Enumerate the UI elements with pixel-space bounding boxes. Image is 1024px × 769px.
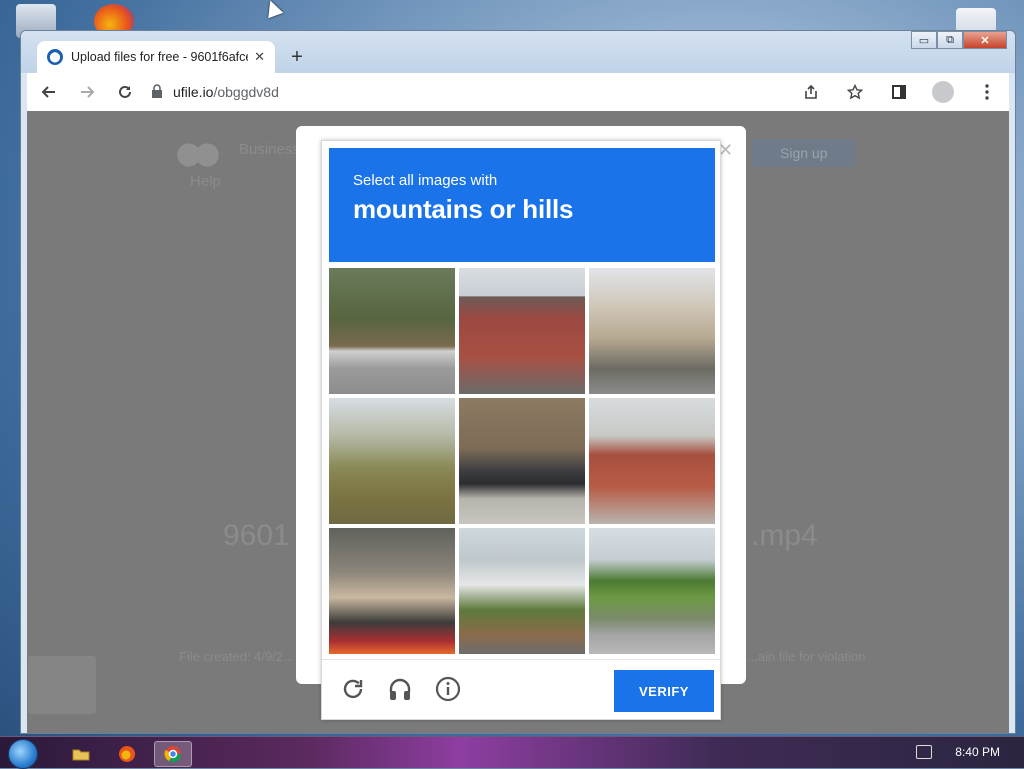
filename-left: 9601 — [223, 519, 290, 552]
start-button[interactable] — [8, 739, 38, 769]
minimize-button[interactable]: ▭ — [911, 31, 937, 49]
bookmark-button[interactable] — [839, 76, 871, 108]
restore-button[interactable]: ⧉ — [937, 31, 963, 49]
tab-close-icon[interactable]: ✕ — [254, 49, 265, 65]
captcha-tile-7[interactable] — [329, 528, 455, 654]
menu-button[interactable] — [971, 76, 1003, 108]
captcha-footer: VERIFY — [322, 659, 720, 719]
info-icon[interactable] — [433, 674, 463, 704]
captcha-tile-5[interactable] — [459, 398, 585, 524]
taskbar: 8:40 PM — [0, 736, 1024, 769]
share-icon — [805, 84, 817, 99]
file-created-text: File created: 4/9/2... — [179, 649, 294, 664]
captcha-prompt: Select all images with — [353, 172, 498, 189]
lock-icon — [151, 83, 163, 101]
side-panel-icon — [892, 85, 906, 99]
title-bar: ⬤ Upload files for free - 9601f6afce ✕ +… — [21, 31, 1015, 73]
ufile-favicon-icon: ⬤ — [47, 49, 63, 65]
star-icon — [847, 84, 863, 100]
captcha-header: Select all images with mountains or hill… — [329, 148, 715, 262]
captcha-image-grid — [329, 268, 715, 654]
chrome-taskbar-icon[interactable] — [154, 741, 192, 767]
captcha-target: mountains or hills — [353, 194, 574, 224]
nav-business: Business — [239, 141, 300, 158]
close-window-button[interactable]: ✕ — [963, 31, 1007, 49]
captcha-tile-2[interactable] — [459, 268, 585, 394]
avatar-icon — [932, 81, 954, 103]
browser-toolbar: ufile.io/obggdv8d — [27, 73, 1009, 111]
window-controls: ▭ ⧉ ✕ — [911, 31, 1007, 49]
headphones-icon[interactable] — [385, 674, 415, 704]
network-tray-icon[interactable] — [916, 745, 932, 759]
kebab-menu-icon — [985, 84, 989, 100]
captcha-tile-9[interactable] — [589, 528, 715, 654]
verify-button[interactable]: VERIFY — [614, 670, 714, 712]
nav-signup-button: Sign up — [752, 139, 856, 167]
captcha-challenge: Select all images with mountains or hill… — [321, 140, 721, 720]
new-tab-button[interactable]: + — [285, 45, 309, 69]
share-button[interactable] — [795, 76, 827, 108]
tab-title: Upload files for free - 9601f6afce — [71, 50, 249, 64]
firefox-taskbar-icon[interactable] — [108, 741, 146, 767]
captcha-tile-8[interactable] — [459, 528, 585, 654]
url-host: ufile.io — [173, 84, 214, 100]
back-arrow-icon — [41, 86, 55, 98]
forward-arrow-icon — [81, 86, 95, 98]
filename-right: .mp4 — [751, 519, 818, 552]
address-bar[interactable]: ufile.io/obggdv8d — [151, 77, 779, 107]
side-panel-button[interactable] — [883, 76, 915, 108]
reload-icon[interactable] — [338, 674, 368, 704]
captcha-tile-4[interactable] — [329, 398, 455, 524]
ufile-logo-icon — [175, 135, 221, 175]
url-path: /obggdv8d — [213, 84, 279, 100]
reload-page-icon — [119, 85, 131, 98]
reload-button[interactable] — [109, 76, 141, 108]
explorer-taskbar-icon[interactable] — [62, 741, 100, 767]
recaptcha-badge — [28, 656, 96, 714]
nav-help: Help — [190, 173, 221, 190]
profile-button[interactable] — [927, 76, 959, 108]
captcha-tile-1[interactable] — [329, 268, 455, 394]
captcha-tile-6[interactable] — [589, 398, 715, 524]
back-button[interactable] — [33, 76, 65, 108]
forward-button[interactable] — [71, 76, 103, 108]
browser-tab[interactable]: ⬤ Upload files for free - 9601f6afce ✕ — [37, 41, 275, 73]
taskbar-clock[interactable]: 8:40 PM — [955, 745, 1000, 759]
report-text: ...ain file for violation — [747, 649, 866, 664]
captcha-tile-3[interactable] — [589, 268, 715, 394]
